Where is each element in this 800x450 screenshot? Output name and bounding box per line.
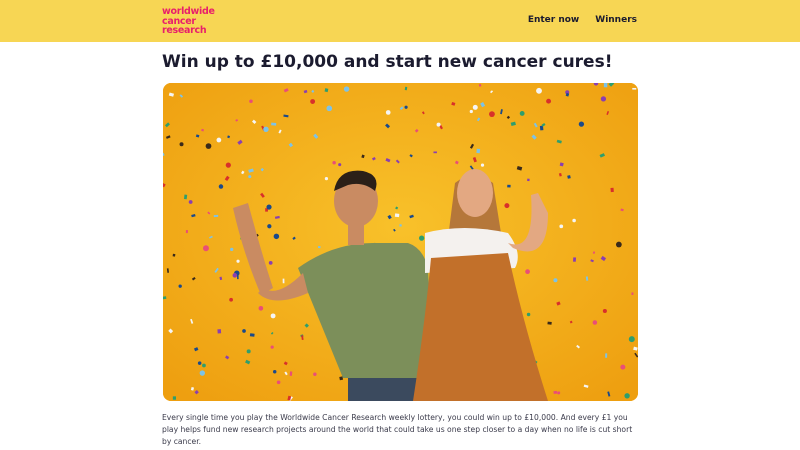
- nav-winners-link[interactable]: Winners: [595, 15, 637, 25]
- confetti-piece: [489, 111, 495, 118]
- confetti-piece: [248, 175, 252, 179]
- confetti-piece: [270, 313, 276, 319]
- confetti-piece: [559, 224, 564, 229]
- confetti-piece: [624, 393, 630, 399]
- confetti-piece: [282, 278, 285, 284]
- confetti-piece: [343, 86, 350, 92]
- confetti-piece: [339, 376, 344, 381]
- confetti-piece: [272, 369, 277, 374]
- confetti-piece: [592, 320, 598, 325]
- confetti-piece: [404, 105, 408, 109]
- confetti-piece: [202, 245, 209, 252]
- confetti-piece: [525, 269, 530, 275]
- confetti-piece: [476, 148, 481, 154]
- confetti-piece: [526, 312, 531, 317]
- confetti-piece: [179, 142, 184, 147]
- confetti-piece: [600, 96, 607, 102]
- confetti-piece: [469, 109, 473, 114]
- confetti-piece: [399, 224, 402, 227]
- confetti-piece: [271, 122, 277, 126]
- confetti-piece: [230, 247, 234, 252]
- confetti-piece: [310, 99, 316, 104]
- confetti-piece: [324, 177, 329, 181]
- confetti-piece: [172, 253, 176, 257]
- confetti-piece: [237, 275, 239, 280]
- confetti-piece: [472, 104, 478, 110]
- confetti-piece: [229, 297, 233, 302]
- confetti-piece: [615, 241, 622, 248]
- confetti-piece: [557, 391, 561, 395]
- confetti-piece: [267, 224, 272, 229]
- confetti-piece: [504, 203, 510, 209]
- confetti-piece: [205, 143, 212, 149]
- confetti-piece: [172, 396, 176, 400]
- confetti-piece: [519, 111, 525, 116]
- confetti-piece: [628, 336, 635, 343]
- confetti-piece: [258, 305, 264, 311]
- site-header: worldwide cancer research Enter now Winn…: [0, 0, 800, 42]
- confetti-piece: [217, 329, 222, 334]
- confetti-piece: [249, 99, 253, 103]
- confetti-piece: [394, 213, 400, 218]
- confetti-piece: [183, 194, 188, 200]
- confetti-piece: [433, 151, 437, 154]
- confetti-piece: [273, 233, 280, 240]
- confetti-piece: [185, 230, 188, 234]
- logo-line-3: research: [162, 25, 207, 36]
- confetti-piece: [268, 260, 273, 265]
- confetti-piece: [246, 349, 251, 354]
- confetti-piece: [553, 390, 558, 394]
- confetti-piece: [480, 163, 485, 167]
- confetti-piece: [572, 257, 577, 262]
- confetti-piece: [218, 184, 224, 189]
- confetti-piece: [249, 333, 255, 337]
- confetti-piece: [202, 363, 206, 368]
- confetti-piece: [572, 218, 576, 223]
- confetti-piece: [546, 98, 552, 104]
- page-title: Win up to £10,000 and start new cancer c…: [162, 52, 613, 72]
- confetti-piece: [385, 110, 391, 115]
- confetti-piece: [603, 83, 608, 88]
- nav-enter-now-link[interactable]: Enter now: [528, 15, 579, 25]
- confetti-piece: [610, 187, 614, 193]
- confetti-piece: [547, 321, 552, 325]
- confetti-piece: [242, 329, 246, 333]
- hero-image: [163, 83, 638, 401]
- confetti-piece: [270, 345, 274, 349]
- confetti-piece: [631, 292, 634, 296]
- confetti-piece: [507, 184, 511, 188]
- confetti-piece: [276, 380, 281, 385]
- confetti-piece: [236, 259, 240, 263]
- confetti-piece: [188, 200, 193, 204]
- confetti-piece: [178, 284, 182, 288]
- confetti-piece: [332, 160, 336, 165]
- confetti-piece: [197, 361, 202, 365]
- confetti-piece: [536, 87, 542, 94]
- intro-paragraph: Every single time you play the Worldwide…: [162, 413, 633, 446]
- confetti-piece: [418, 235, 425, 241]
- confetti-piece: [313, 372, 317, 376]
- confetti-piece: [213, 214, 219, 218]
- confetti-piece: [605, 353, 608, 358]
- confetti-piece: [436, 122, 441, 127]
- confetti-piece: [620, 364, 626, 370]
- confetti-piece: [232, 273, 238, 278]
- confetti-piece: [289, 371, 293, 376]
- confetti-piece: [527, 178, 530, 182]
- confetti-piece: [578, 121, 585, 127]
- confetti-piece: [553, 278, 558, 283]
- confetti-piece: [338, 163, 342, 167]
- confetti-piece: [225, 162, 231, 168]
- worldwide-cancer-research-logo[interactable]: worldwide cancer research: [162, 7, 215, 36]
- confetti-piece: [602, 308, 607, 314]
- main-nav: Enter now Winners: [528, 15, 637, 25]
- confetti-piece: [318, 245, 321, 249]
- confetti-piece: [632, 87, 637, 90]
- confetti-piece: [266, 204, 272, 210]
- confetti-piece: [263, 126, 269, 133]
- confetti-piece: [326, 105, 333, 112]
- confetti-piece: [199, 370, 205, 376]
- confetti-piece: [216, 137, 222, 143]
